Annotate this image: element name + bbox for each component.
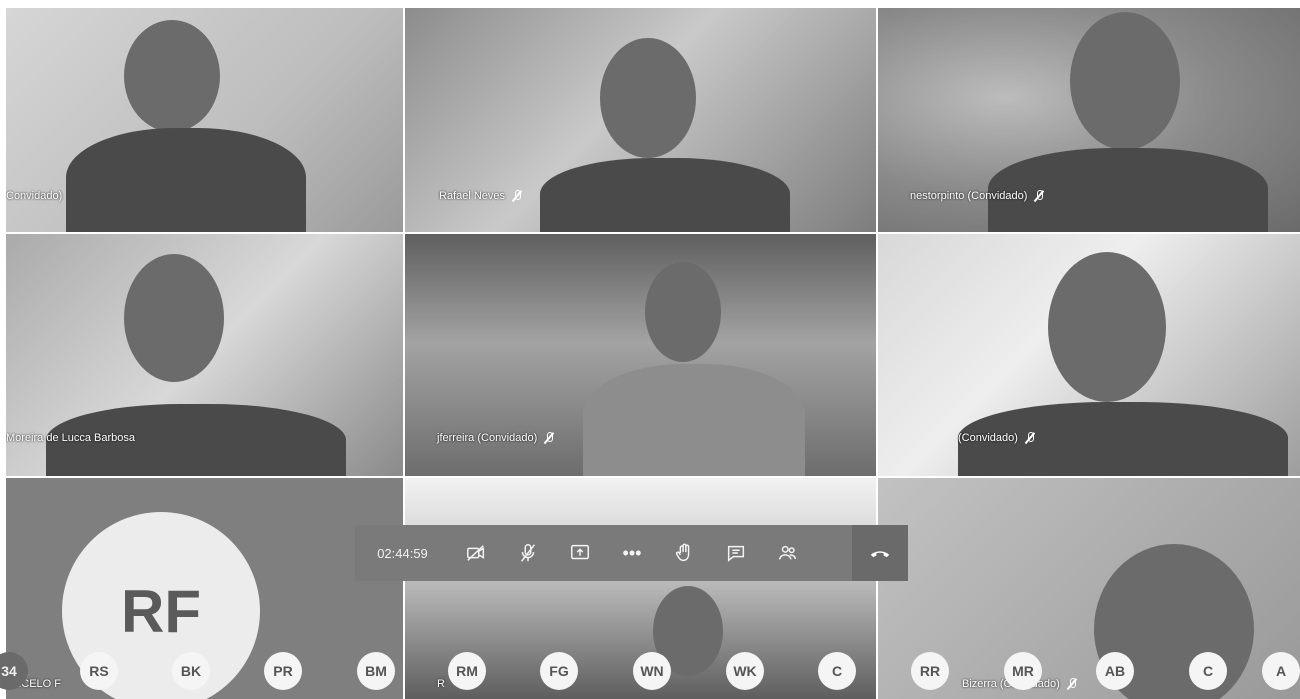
mic-off-icon xyxy=(1024,432,1036,444)
video-tile[interactable]: Moreira de Lucca Barbosa xyxy=(6,234,403,476)
chat-icon xyxy=(727,545,745,562)
participant-head xyxy=(1070,12,1180,150)
participant-avatar[interactable]: AB xyxy=(1096,652,1134,690)
participant-head xyxy=(124,254,224,382)
participant-head xyxy=(645,262,721,362)
participant-name-label: R xyxy=(437,678,445,690)
participant-avatar[interactable]: PR xyxy=(264,652,302,690)
call-timer: 02:44:59 xyxy=(377,545,428,561)
participant-name-label: jferreira (Convidado) xyxy=(437,432,555,444)
participant-head xyxy=(1048,252,1166,402)
video-tile[interactable]: nestorpinto (Convidado) xyxy=(878,8,1300,232)
raise-hand-icon xyxy=(675,543,690,562)
participant-name-label: Convidado) xyxy=(6,190,63,202)
participant-body xyxy=(540,158,790,232)
participant-head xyxy=(124,20,220,132)
participant-name-label: nestorpinto (Convidado) xyxy=(910,190,1045,202)
camera-off-icon xyxy=(467,545,485,561)
mic-off-icon xyxy=(1033,190,1045,202)
participant-name-label: Rafael Neves xyxy=(439,190,523,202)
mic-toggle-button[interactable] xyxy=(502,525,554,581)
participant-name-label: (Convidado) xyxy=(958,432,1036,444)
share-screen-icon xyxy=(571,544,589,560)
more-options-icon: ••• xyxy=(622,542,642,563)
participant-avatar[interactable]: A xyxy=(1262,652,1300,690)
hang-up-button[interactable] xyxy=(852,525,908,581)
participant-avatar[interactable]: RR xyxy=(911,652,949,690)
video-tile[interactable]: (Convidado) xyxy=(878,234,1300,476)
participant-avatar[interactable]: BK xyxy=(172,652,210,690)
participant-avatar[interactable]: MR xyxy=(1004,652,1042,690)
share-screen-button[interactable] xyxy=(554,525,606,581)
call-toolbar: 02:44:59 ••• xyxy=(355,525,908,581)
participant-head xyxy=(600,38,696,158)
mic-off-icon xyxy=(1066,678,1078,690)
participant-avatar[interactable]: RS xyxy=(80,652,118,690)
mic-off-icon xyxy=(511,190,523,202)
participant-name-label: Moreira de Lucca Barbosa xyxy=(6,432,136,444)
video-tile[interactable]: Convidado) xyxy=(6,8,403,232)
participant-avatar[interactable]: RM xyxy=(448,652,486,690)
mic-off-icon xyxy=(543,432,555,444)
camera-toggle-button[interactable] xyxy=(450,525,502,581)
participant-body xyxy=(66,128,306,232)
video-tile[interactable]: Rafael Neves xyxy=(405,8,876,232)
participant-body xyxy=(583,364,805,476)
participant-avatar[interactable]: WN xyxy=(633,652,671,690)
participant-avatar[interactable]: WK xyxy=(726,652,764,690)
more-options-button[interactable]: ••• xyxy=(606,525,658,581)
participant-avatar[interactable]: BM xyxy=(357,652,395,690)
video-grid: Convidado) Rafael Neves nestorpinto (Con… xyxy=(6,8,1300,699)
participant-avatar[interactable]: C xyxy=(1189,652,1227,690)
video-tile[interactable]: jferreira (Convidado) xyxy=(405,234,876,476)
participants-button[interactable] xyxy=(762,525,814,581)
raise-hand-button[interactable] xyxy=(658,525,710,581)
participants-icon xyxy=(779,545,797,560)
hang-up-icon xyxy=(870,551,890,558)
mic-off-icon xyxy=(521,544,535,562)
participant-avatar[interactable]: C xyxy=(818,652,856,690)
participant-avatar[interactable]: FG xyxy=(540,652,578,690)
chat-button[interactable] xyxy=(710,525,762,581)
